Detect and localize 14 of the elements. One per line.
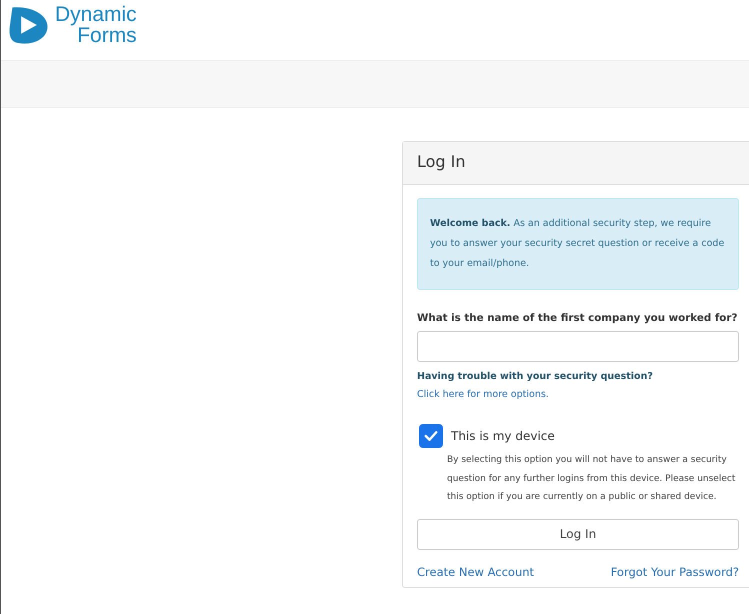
footer-link[interactable]: Forgot Your Password? <box>610 564 739 578</box>
device-note: By selecting this option you will not have to answer a security question for any further logins from this device. Please unselect this option if you are currently on a public or shared device. <box>447 454 736 504</box>
footer-link[interactable]: Create New Account <box>417 564 534 578</box>
logo-text: Dynamic <box>55 4 137 25</box>
answer-field[interactable] <box>417 331 739 362</box>
help-text: Having trouble with your security question? Click here for more options. <box>417 370 654 402</box>
logo-text: Forms <box>77 25 137 46</box>
alert-message: Welcome back. As an additional security step, we require you to answer your security secret question or receive a code to your email/phone. <box>430 218 724 269</box>
login-button[interactable]: Log In <box>417 518 739 550</box>
panel-title: Log In <box>417 152 466 171</box>
options-link[interactable]: Click here for more options. <box>417 389 549 400</box>
device-checkbox[interactable] <box>419 424 443 448</box>
question-label: What is the name of the first company you worked for? <box>417 311 738 326</box>
device-label: This is my device <box>451 429 555 443</box>
